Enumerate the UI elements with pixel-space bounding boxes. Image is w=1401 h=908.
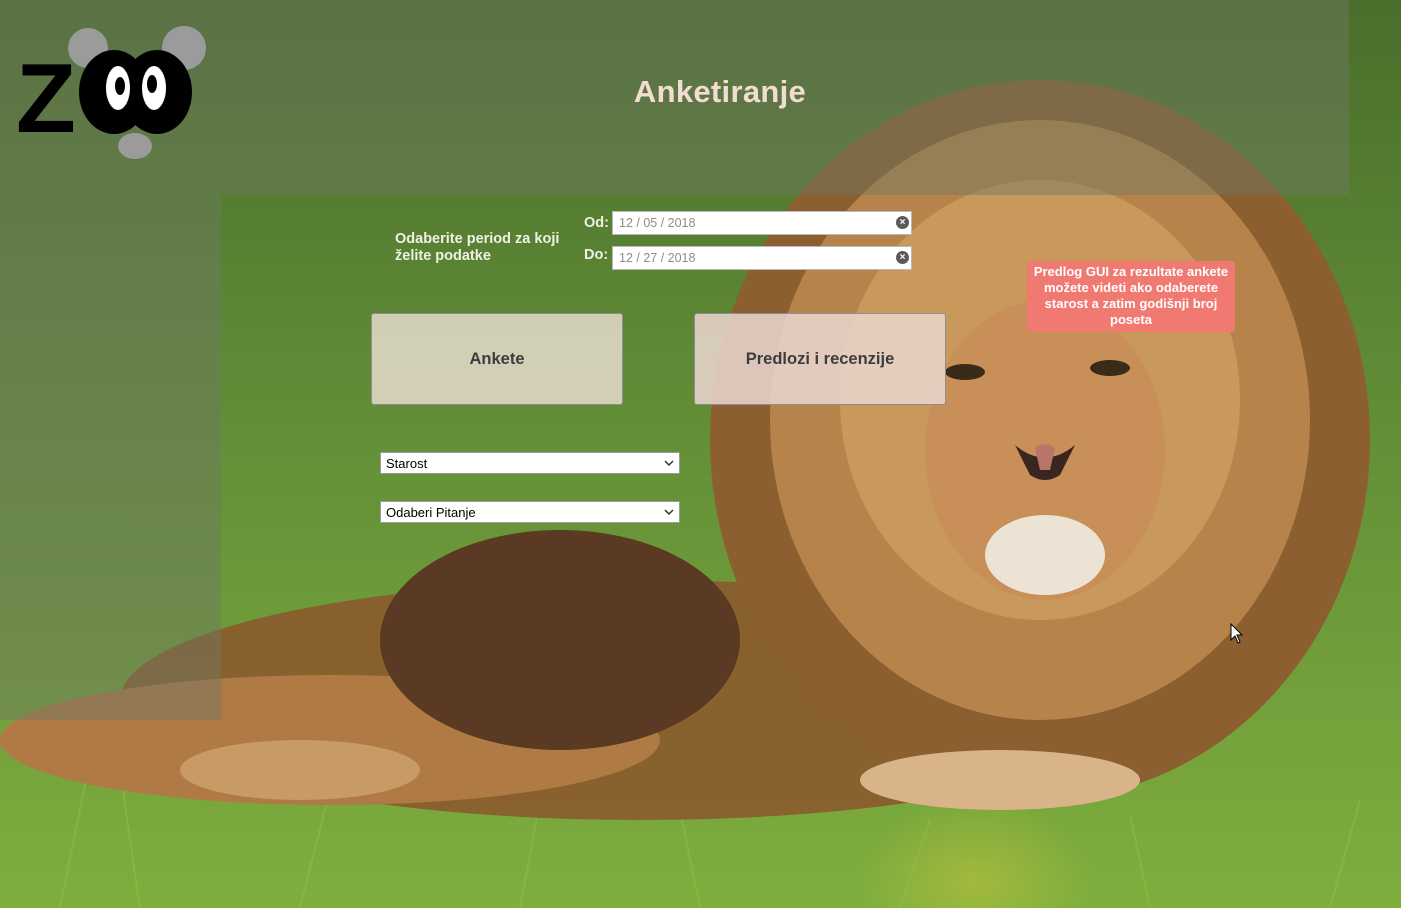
to-date-label: Do: (584, 247, 609, 263)
from-date-label: Od: (584, 215, 609, 231)
mouse-cursor-icon (1230, 623, 1244, 644)
panda-eyes-icon (79, 50, 192, 134)
from-date-input[interactable]: 12 / 05 / 2018 × (612, 211, 912, 235)
chevron-down-icon (664, 509, 674, 516)
question-select-value: Odaberi Pitanje (386, 505, 476, 520)
ankete-button[interactable]: Ankete (371, 313, 623, 405)
predlozi-button[interactable]: Predlozi i recenzije (694, 313, 946, 405)
chevron-down-icon (664, 460, 674, 467)
age-select[interactable]: Starost (380, 452, 680, 474)
clear-from-date-icon[interactable]: × (896, 216, 909, 229)
from-date-value: 12 / 05 / 2018 (619, 216, 696, 230)
gui-suggestion-note: Predlog GUI za rezultate ankete možete v… (1027, 261, 1235, 332)
question-select[interactable]: Odaberi Pitanje (380, 501, 680, 523)
zoo-logo[interactable]: Z (14, 26, 210, 160)
clear-to-date-icon[interactable]: × (896, 251, 909, 264)
to-date-input[interactable]: 12 / 27 / 2018 × (612, 246, 912, 270)
sidebar-overlay (0, 195, 221, 720)
period-label: Odaberite period za koji želite podatke (395, 231, 560, 264)
to-date-value: 12 / 27 / 2018 (619, 251, 696, 265)
page-title: Anketiranje (633, 74, 807, 109)
logo-letter: Z (16, 43, 76, 153)
age-select-value: Starost (386, 456, 428, 471)
